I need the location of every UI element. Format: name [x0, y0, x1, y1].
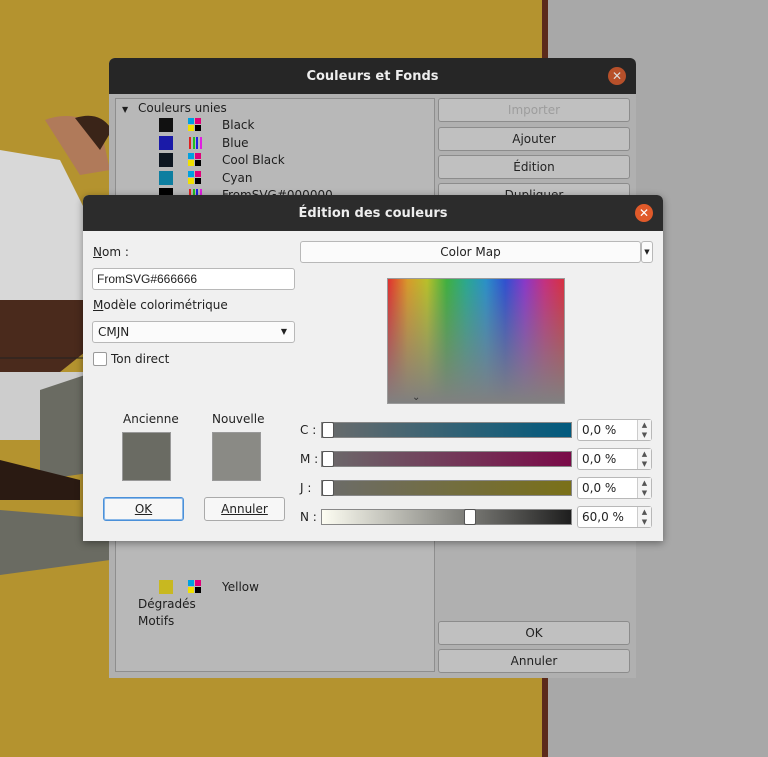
- color-map-saturation: [388, 279, 564, 403]
- cmyk-model-icon: [188, 580, 202, 594]
- colors-fills-cancel-button[interactable]: Annuler: [438, 649, 630, 673]
- color-edit-close-icon[interactable]: ✕: [635, 204, 653, 222]
- cancel-button-label: Annuler: [221, 502, 268, 516]
- channel-label-N: N :: [300, 510, 317, 524]
- slider-handle[interactable]: [464, 509, 476, 525]
- color-model-value: CMJN: [98, 325, 130, 339]
- spin-arrows-icon[interactable]: ▲ ▼: [637, 478, 651, 498]
- tree-group-gradients[interactable]: Dégradés: [138, 596, 196, 613]
- color-swatch: [159, 135, 173, 150]
- color-edit-titlebar: Édition des couleurs ✕: [83, 195, 663, 231]
- tree-group-label: Couleurs unies: [137, 101, 227, 115]
- color-name: Black: [222, 118, 255, 132]
- new-color-label: Nouvelle: [212, 412, 265, 426]
- color-row-yellow[interactable]: Yellow: [116, 579, 416, 596]
- tree-group-patterns[interactable]: Motifs: [138, 613, 174, 630]
- color-row[interactable]: Cyan: [116, 170, 416, 187]
- colors-fills-titlebar: Couleurs et Fonds ✕: [109, 58, 636, 94]
- color-swatch: [159, 118, 173, 132]
- rgb-model-icon: [188, 136, 202, 150]
- channel-label-M: M :: [300, 452, 319, 466]
- expand-arrow-icon[interactable]: ▼: [122, 105, 128, 114]
- dropdown-arrow-icon: ▼: [280, 327, 287, 336]
- channel-label-J: J :: [300, 481, 312, 495]
- channel-label-C: C :: [300, 423, 317, 437]
- spot-color-checkbox[interactable]: [93, 352, 107, 366]
- color-row[interactable]: Black: [116, 117, 416, 134]
- tree-group-solid[interactable]: ▼ Couleurs unies: [122, 100, 227, 117]
- view-mode-value: Color Map: [440, 245, 501, 259]
- channel-slider-J[interactable]: [321, 480, 572, 496]
- color-edit-dialog: Édition des couleurs ✕ Nom : Modèle colo…: [83, 195, 663, 541]
- old-color-preview: [122, 432, 171, 481]
- spot-color-label: Ton direct: [111, 352, 170, 366]
- ok-button[interactable]: OK: [103, 497, 184, 521]
- colors-fills-close-icon[interactable]: ✕: [608, 67, 626, 85]
- spin-arrows-icon[interactable]: ▲ ▼: [637, 420, 651, 440]
- spin-arrows-icon[interactable]: ▲ ▼: [637, 449, 651, 469]
- channel-value-J[interactable]: 0,0 % ▲ ▼: [577, 477, 652, 499]
- color-edit-title: Édition des couleurs: [298, 205, 448, 221]
- slider-handle[interactable]: [322, 480, 334, 496]
- color-name: Cyan: [222, 170, 253, 185]
- channel-value-text: 0,0 %: [582, 452, 617, 466]
- cancel-button[interactable]: Annuler: [204, 497, 285, 521]
- edit-button[interactable]: Édition: [438, 155, 630, 179]
- name-input[interactable]: [92, 268, 295, 290]
- channel-value-N[interactable]: 60,0 % ▲ ▼: [577, 506, 652, 528]
- channel-value-C[interactable]: 0,0 % ▲ ▼: [577, 419, 652, 441]
- channel-value-text: 0,0 %: [582, 481, 617, 495]
- cmyk-model-icon: [188, 153, 202, 167]
- cmyk-model-icon: [188, 118, 202, 132]
- name-label: Nom :: [93, 245, 129, 259]
- color-model-select[interactable]: CMJN ▼: [92, 321, 295, 343]
- view-mode-select[interactable]: Color Map: [300, 241, 641, 263]
- colors-fills-title: Couleurs et Fonds: [306, 68, 439, 84]
- color-name: Yellow: [222, 580, 259, 594]
- color-swatch: [159, 153, 173, 167]
- color-row[interactable]: Blue: [116, 135, 416, 152]
- add-button[interactable]: Ajouter: [438, 127, 630, 151]
- old-color-label: Ancienne: [123, 412, 179, 426]
- channel-value-M[interactable]: 0,0 % ▲ ▼: [577, 448, 652, 470]
- color-swatch: [159, 580, 173, 594]
- color-name: Blue: [222, 135, 249, 150]
- color-model-label: Modèle colorimétrique: [93, 298, 228, 312]
- color-row[interactable]: Cool Black: [116, 152, 416, 169]
- slider-handle[interactable]: [322, 422, 334, 438]
- ok-button-label: OK: [134, 502, 153, 516]
- view-mode-dropdown-icon[interactable]: ▼: [641, 241, 653, 263]
- color-name: Cool Black: [222, 153, 285, 167]
- color-swatch: [159, 170, 173, 185]
- import-button[interactable]: Importer: [438, 98, 630, 122]
- colors-fills-ok-button[interactable]: OK: [438, 621, 630, 645]
- new-color-preview: [212, 432, 261, 481]
- channel-slider-C[interactable]: [321, 422, 572, 438]
- color-map[interactable]: ⌄: [387, 278, 565, 404]
- cmyk-model-icon: [188, 170, 202, 185]
- channel-slider-M[interactable]: [321, 451, 572, 467]
- channel-value-text: 0,0 %: [582, 423, 617, 437]
- spin-arrows-icon[interactable]: ▲ ▼: [637, 507, 651, 527]
- color-map-cursor-icon: ⌄: [412, 392, 421, 403]
- channel-value-text: 60,0 %: [582, 510, 624, 524]
- channel-slider-N[interactable]: [321, 509, 572, 525]
- slider-handle[interactable]: [322, 451, 334, 467]
